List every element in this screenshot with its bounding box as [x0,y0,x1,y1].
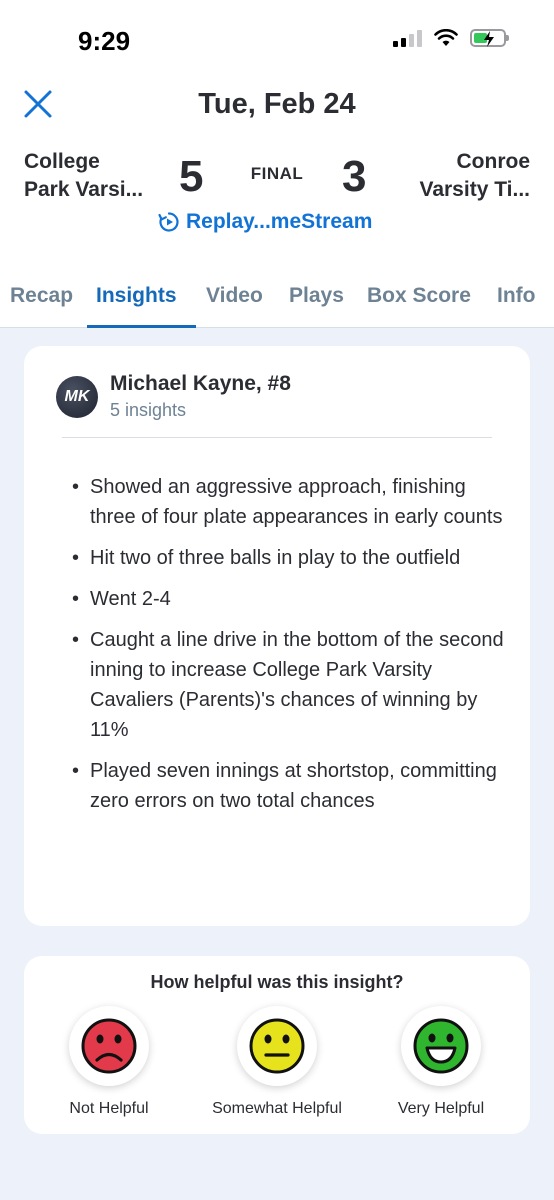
status-icons [393,29,509,47]
sad-face-icon [81,1018,137,1074]
tab-box-score[interactable]: Box Score [367,284,471,308]
away-team-score: 3 [342,152,367,201]
replay-stream-link[interactable]: Replay...meStream [158,210,372,234]
tab-insights[interactable]: Insights [96,284,177,308]
status-time: 9:29 [78,26,131,56]
away-team-line-1: Conroe [456,150,531,173]
happy-face-icon [413,1018,469,1074]
insights-content: MK Michael Kayne, #8 5 insights Showed a… [0,328,554,1200]
very-helpful-option[interactable]: Very Helpful [356,1006,526,1118]
status-bar: 9:29 [0,0,554,80]
battery-icon [470,29,509,47]
away-team-name[interactable]: Conroe Varsity Ti... [419,148,530,204]
not-helpful-button[interactable] [69,1006,149,1086]
somewhat-helpful-button[interactable] [237,1006,317,1086]
tab-recap[interactable]: Recap [10,284,73,308]
somewhat-helpful-label: Somewhat Helpful [212,1100,342,1117]
tab-video[interactable]: Video [206,284,263,308]
somewhat-helpful-option[interactable]: Somewhat Helpful [192,1006,362,1118]
tab-plays[interactable]: Plays [289,284,344,308]
list-item: Played seven innings at shortstop, commi… [72,756,512,816]
list-item: Went 2-4 [72,584,512,614]
replay-icon [158,212,179,232]
insight-list: Showed an aggressive approach, finishing… [72,472,512,827]
not-helpful-option[interactable]: Not Helpful [24,1006,194,1118]
not-helpful-label: Not Helpful [69,1100,149,1117]
insight-count: 5 insights [110,400,187,420]
replay-label: Replay...meStream [186,210,373,233]
tab-bar: Recap Insights Video Plays Box Score Inf… [0,270,554,328]
very-helpful-label: Very Helpful [397,1100,485,1117]
feedback-card: How helpful was this insight? Not Helpfu… [24,956,530,1134]
away-team-line-2: Varsity Ti... [419,178,530,201]
insight-card: MK Michael Kayne, #8 5 insights Showed a… [24,346,530,926]
list-item: Caught a line drive in the bottom of the… [72,625,512,745]
page-title: Tue, Feb 24 [198,88,356,120]
neutral-face-icon [249,1018,305,1074]
avatar[interactable]: MK [56,376,98,418]
wifi-icon [434,29,458,46]
player-name[interactable]: Michael Kayne, #8 [110,372,291,396]
cellular-signal-icon [393,29,422,47]
feedback-question: How helpful was this insight? [150,972,404,992]
tab-info[interactable]: Info [497,284,535,308]
very-helpful-button[interactable] [401,1006,481,1086]
divider [62,437,492,438]
list-item: Showed an aggressive approach, finishing… [72,472,512,532]
list-item: Hit two of three balls in play to the ou… [72,543,512,573]
